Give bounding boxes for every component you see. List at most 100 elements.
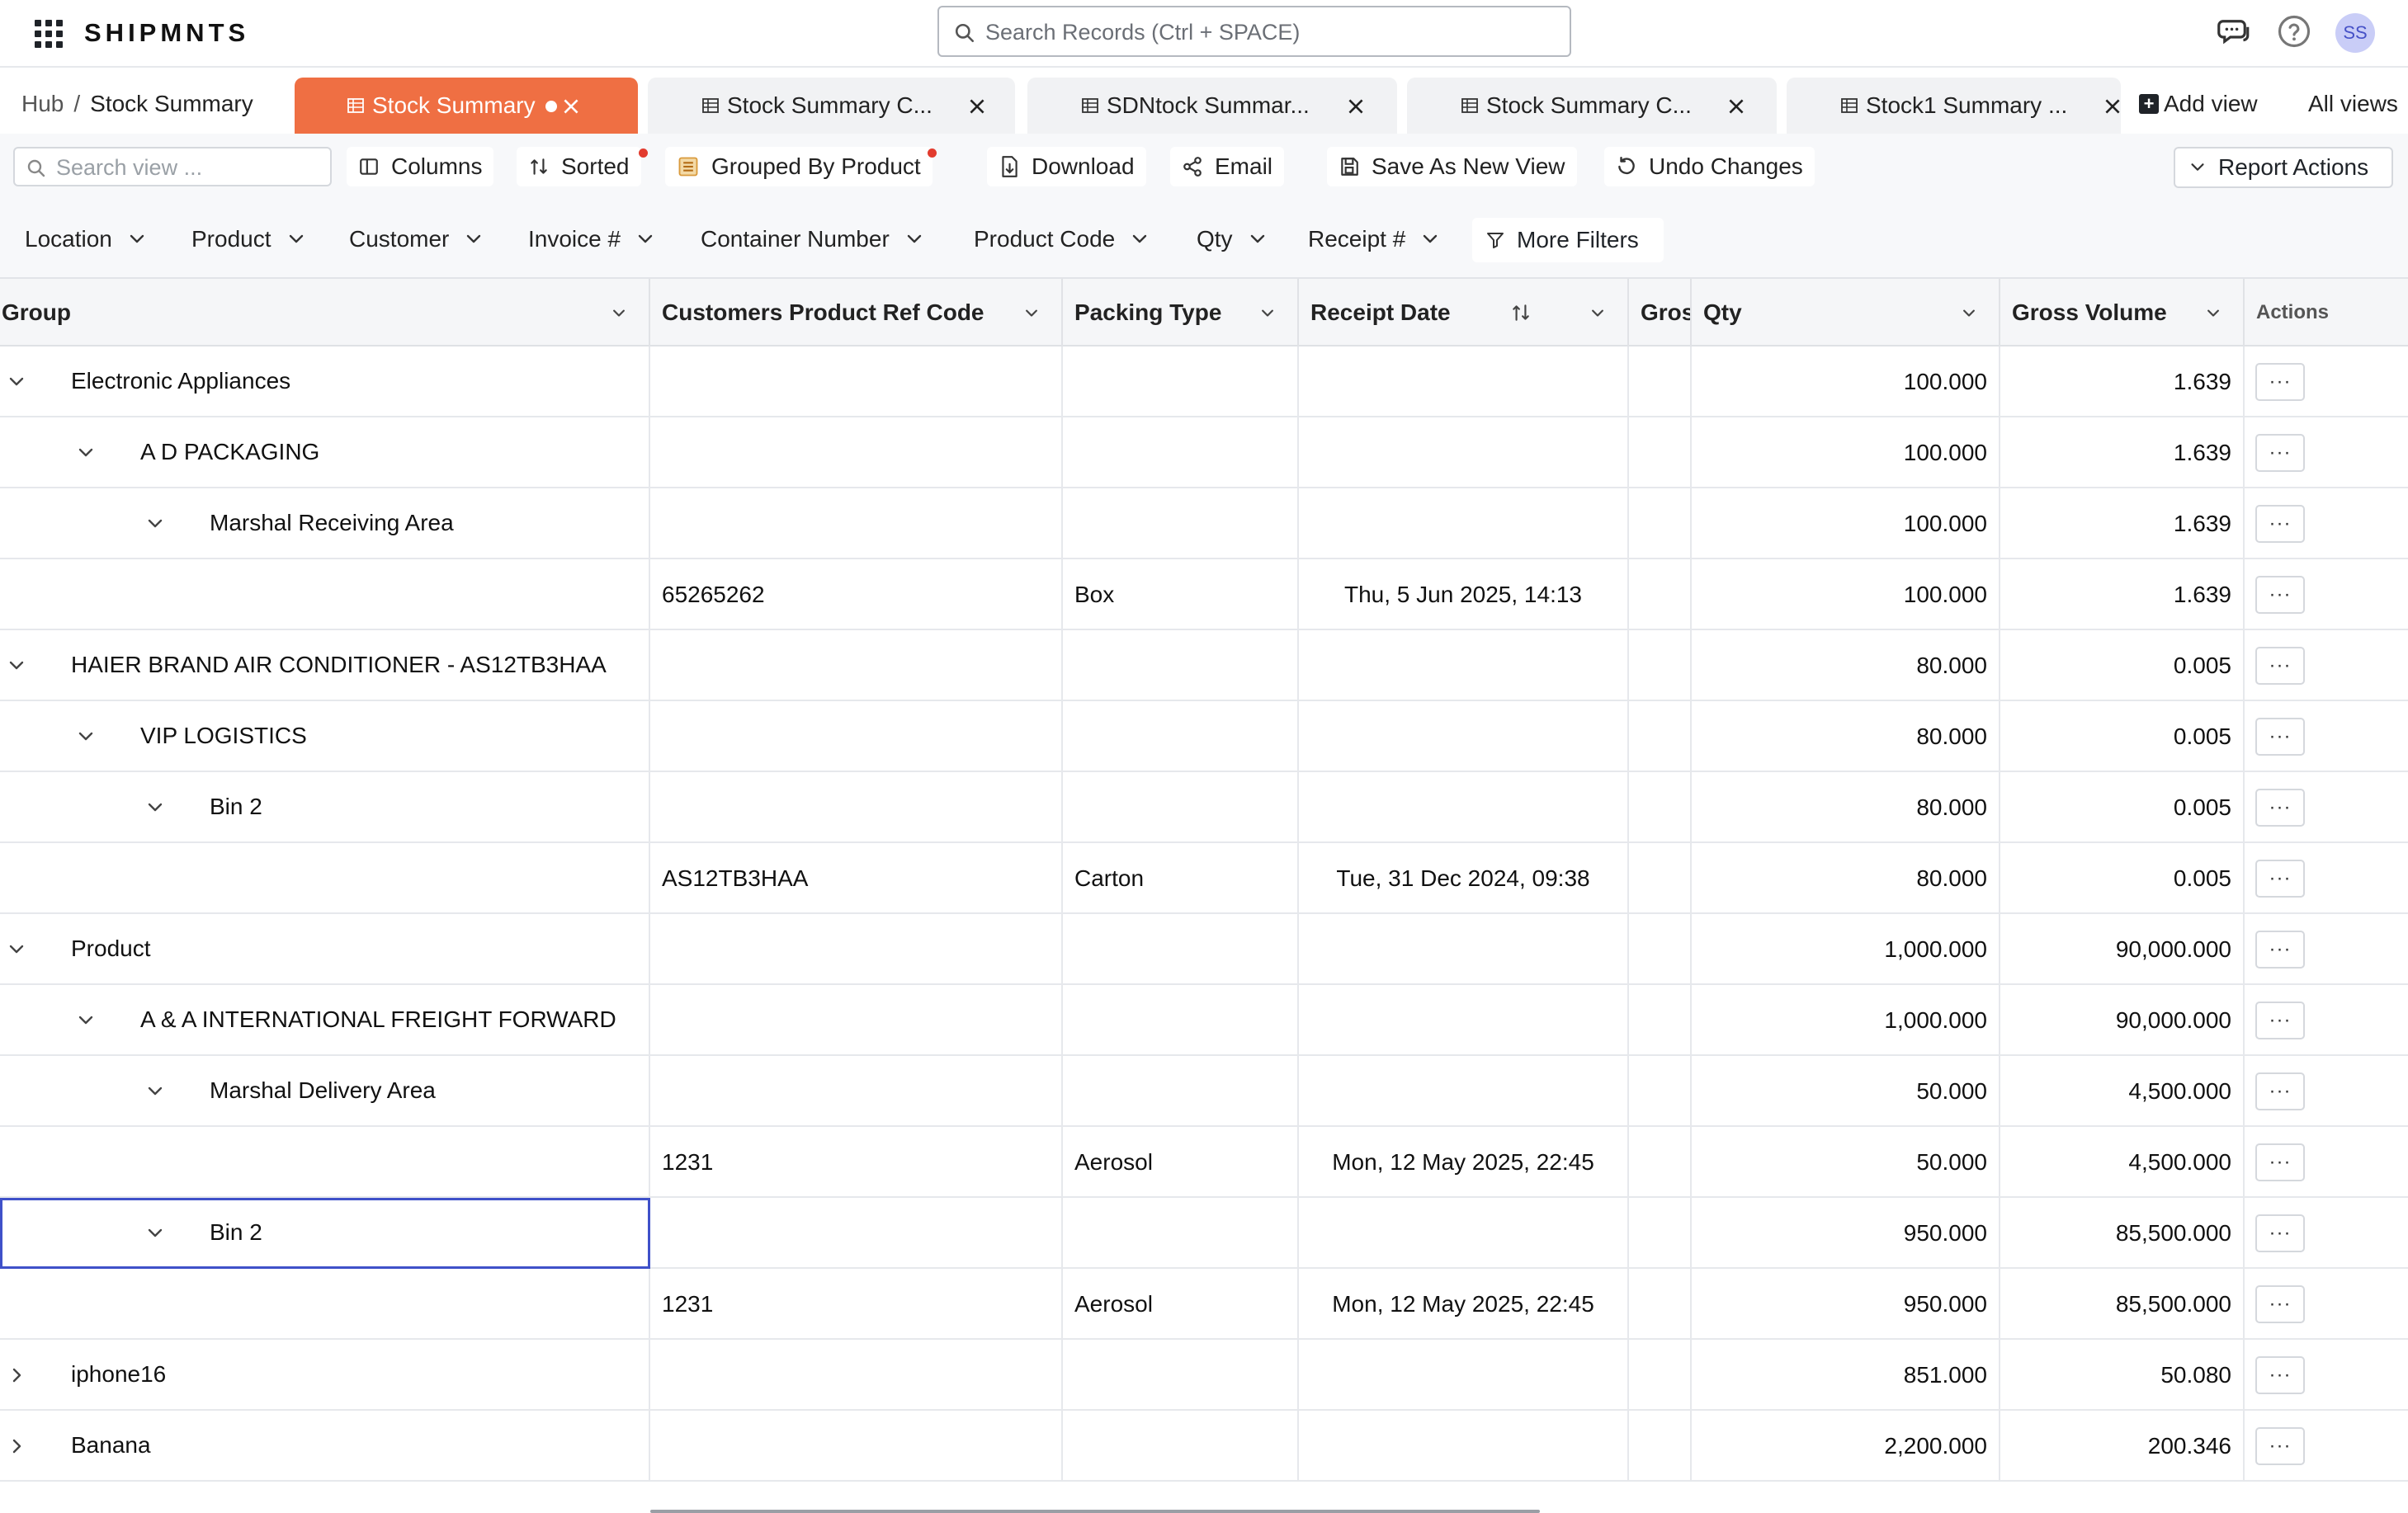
- gross-cell[interactable]: [1629, 417, 1692, 488]
- chevron-down-icon[interactable]: [1589, 305, 1606, 322]
- qty-cell[interactable]: 100.000: [1692, 417, 2000, 488]
- chevron-down-icon[interactable]: [1961, 305, 1977, 322]
- gross-volume-cell[interactable]: 0.005: [2000, 701, 2245, 772]
- row-actions-button[interactable]: ···: [2255, 1356, 2305, 1394]
- group-cell[interactable]: Marshal Delivery Area: [0, 1056, 650, 1127]
- receipt-date-cell[interactable]: [1299, 630, 1629, 701]
- qty-cell[interactable]: 1,000.000: [1692, 914, 2000, 985]
- ref-code-cell[interactable]: [650, 630, 1063, 701]
- receipt-date-cell[interactable]: [1299, 914, 1629, 985]
- packing-type-cell[interactable]: [1063, 346, 1299, 417]
- table-row[interactable]: A D PACKAGING 100.000 1.639 ···: [0, 417, 2408, 488]
- receipt-date-cell[interactable]: [1299, 488, 1629, 559]
- chevron-right-icon[interactable]: [7, 1365, 26, 1385]
- receipt-date-cell[interactable]: [1299, 1198, 1629, 1269]
- chevron-down-icon[interactable]: [76, 443, 96, 463]
- group-cell[interactable]: Product: [0, 914, 650, 985]
- breadcrumb-hub[interactable]: Hub: [21, 91, 64, 116]
- ref-code-cell[interactable]: [650, 701, 1063, 772]
- packing-type-cell[interactable]: Carton: [1063, 843, 1299, 914]
- download-button[interactable]: Download: [987, 147, 1146, 186]
- gross-cell[interactable]: [1629, 1411, 1692, 1482]
- tab-sdntock-summary[interactable]: SDNtock Summar...: [1027, 78, 1397, 134]
- qty-cell[interactable]: 80.000: [1692, 630, 2000, 701]
- close-tab-icon[interactable]: [560, 96, 582, 117]
- row-actions-button[interactable]: ···: [2255, 1427, 2305, 1465]
- row-actions-button[interactable]: ···: [2255, 931, 2305, 969]
- tab-stock-summary-c-2[interactable]: Stock Summary C...: [1407, 78, 1777, 134]
- gross-cell[interactable]: [1629, 985, 1692, 1056]
- close-tab-icon[interactable]: [1726, 96, 1747, 117]
- row-actions-button[interactable]: ···: [2255, 718, 2305, 756]
- table-row[interactable]: 65265262 Box Thu, 5 Jun 2025, 14:13 100.000…: [0, 559, 2408, 630]
- row-actions-button[interactable]: ···: [2255, 434, 2305, 472]
- packing-type-cell[interactable]: [1063, 701, 1299, 772]
- qty-cell[interactable]: 50.000: [1692, 1127, 2000, 1198]
- gross-volume-cell[interactable]: 200.346: [2000, 1411, 2245, 1482]
- receipt-date-cell[interactable]: [1299, 1056, 1629, 1127]
- filter-receipt[interactable]: Receipt #: [1308, 226, 1440, 252]
- qty-cell[interactable]: 80.000: [1692, 843, 2000, 914]
- packing-type-cell[interactable]: [1063, 985, 1299, 1056]
- packing-type-cell[interactable]: [1063, 1056, 1299, 1127]
- receipt-date-cell[interactable]: [1299, 772, 1629, 843]
- chevron-down-icon[interactable]: [145, 1082, 165, 1101]
- help-icon[interactable]: [2276, 13, 2312, 49]
- table-row[interactable]: 1231 Aerosol Mon, 12 May 2025, 22:45 50.000…: [0, 1127, 2408, 1198]
- gross-volume-cell[interactable]: 50.080: [2000, 1340, 2245, 1411]
- gross-cell[interactable]: [1629, 346, 1692, 417]
- search-view[interactable]: [13, 147, 332, 186]
- ref-code-cell[interactable]: 1231: [650, 1127, 1063, 1198]
- table-row[interactable]: HAIER BRAND AIR CONDITIONER - AS12TB3HAA…: [0, 630, 2408, 701]
- chevron-down-icon[interactable]: [2205, 305, 2221, 322]
- qty-cell[interactable]: 100.000: [1692, 559, 2000, 630]
- row-actions-button[interactable]: ···: [2255, 1285, 2305, 1323]
- receipt-date-cell[interactable]: Mon, 12 May 2025, 22:45: [1299, 1269, 1629, 1340]
- qty-cell[interactable]: 950.000: [1692, 1269, 2000, 1340]
- group-cell[interactable]: HAIER BRAND AIR CONDITIONER - AS12TB3HAA: [0, 630, 650, 701]
- report-actions-button[interactable]: Report Actions: [2174, 147, 2393, 188]
- row-actions-button[interactable]: ···: [2255, 1072, 2305, 1110]
- row-actions-button[interactable]: ···: [2255, 505, 2305, 543]
- gross-cell[interactable]: [1629, 914, 1692, 985]
- receipt-date-cell[interactable]: Thu, 5 Jun 2025, 14:13: [1299, 559, 1629, 630]
- chevron-down-icon[interactable]: [76, 1011, 96, 1030]
- chevron-down-icon[interactable]: [7, 372, 26, 392]
- gross-volume-cell[interactable]: 1.639: [2000, 559, 2245, 630]
- all-views-button[interactable]: All views: [2308, 91, 2398, 117]
- packing-type-cell[interactable]: [1063, 1411, 1299, 1482]
- chevron-down-icon[interactable]: [7, 656, 26, 676]
- ref-code-cell[interactable]: 1231: [650, 1269, 1063, 1340]
- receipt-date-cell[interactable]: [1299, 346, 1629, 417]
- gross-cell[interactable]: [1629, 1127, 1692, 1198]
- save-as-new-view-button[interactable]: Save As New View: [1327, 147, 1577, 186]
- close-tab-icon[interactable]: [966, 96, 988, 117]
- gross-volume-cell[interactable]: 4,500.000: [2000, 1127, 2245, 1198]
- row-actions-button[interactable]: ···: [2255, 860, 2305, 898]
- ref-code-cell[interactable]: [650, 1198, 1063, 1269]
- apps-grid-icon[interactable]: [35, 20, 63, 48]
- gross-volume-cell[interactable]: 90,000.000: [2000, 914, 2245, 985]
- receipt-date-cell[interactable]: Mon, 12 May 2025, 22:45: [1299, 1127, 1629, 1198]
- gross-volume-cell[interactable]: 0.005: [2000, 843, 2245, 914]
- chevron-down-icon[interactable]: [7, 940, 26, 959]
- ref-code-cell[interactable]: [650, 488, 1063, 559]
- chevron-down-icon[interactable]: [611, 305, 627, 322]
- table-row[interactable]: Banana 2,200.000 200.346 ···: [0, 1411, 2408, 1482]
- column-header-receipt-date[interactable]: Receipt Date: [1299, 279, 1629, 346]
- gross-volume-cell[interactable]: 85,500.000: [2000, 1198, 2245, 1269]
- table-row[interactable]: A & A INTERNATIONAL FREIGHT FORWARD 1,000…: [0, 985, 2408, 1056]
- group-cell[interactable]: [0, 843, 650, 914]
- packing-type-cell[interactable]: [1063, 914, 1299, 985]
- qty-cell[interactable]: 1,000.000: [1692, 985, 2000, 1056]
- group-cell[interactable]: Bin 2: [0, 772, 650, 843]
- table-row[interactable]: Product 1,000.000 90,000.000 ···: [0, 914, 2408, 985]
- gross-volume-cell[interactable]: 85,500.000: [2000, 1269, 2245, 1340]
- group-cell[interactable]: [0, 559, 650, 630]
- search-view-input[interactable]: [56, 153, 320, 181]
- receipt-date-cell[interactable]: [1299, 1411, 1629, 1482]
- chevron-down-icon[interactable]: [1023, 305, 1040, 322]
- global-search[interactable]: [937, 6, 1571, 57]
- undo-changes-button[interactable]: Undo Changes: [1604, 147, 1815, 186]
- row-actions-button[interactable]: ···: [2255, 1002, 2305, 1039]
